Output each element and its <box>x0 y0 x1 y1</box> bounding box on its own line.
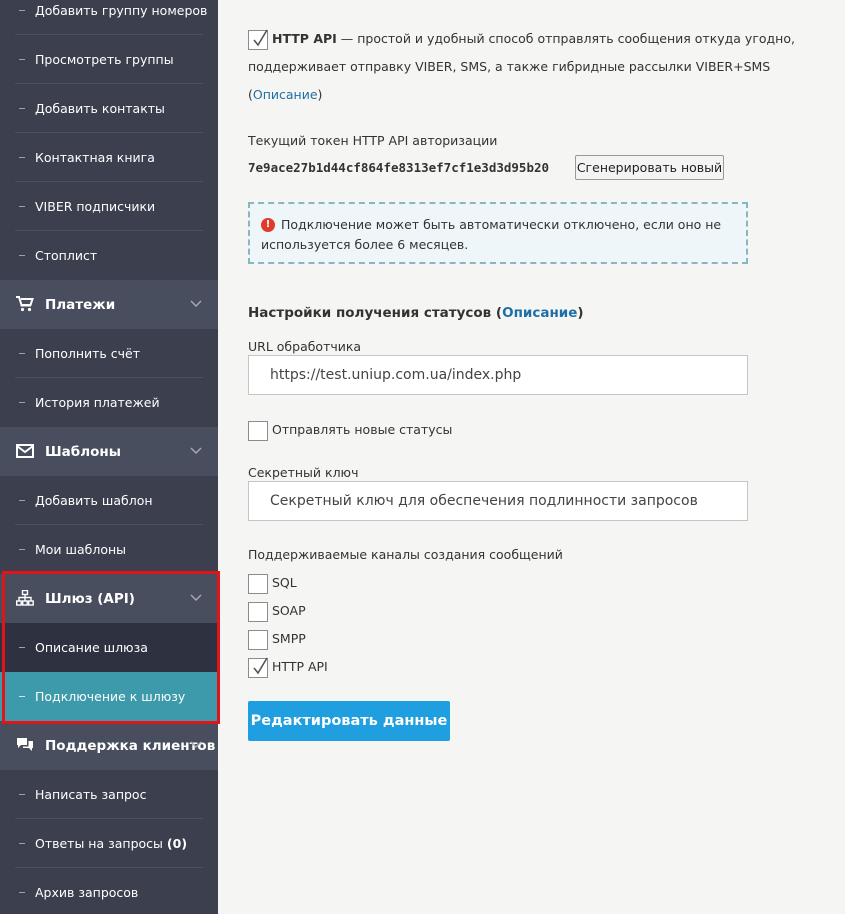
url-handler-label: URL обработчика <box>248 339 362 354</box>
checkmark-icon <box>253 29 268 47</box>
sidebar-item-view-groups[interactable]: Просмотреть группы <box>0 35 218 84</box>
sidebar: Добавить группу номеров Просмотреть груп… <box>0 0 218 914</box>
sidebar-item-add-template[interactable]: Добавить шаблон <box>0 476 218 525</box>
sidebar-item-label: Контактная книга <box>35 150 155 165</box>
sidebar-item-request-archive[interactable]: Архив запросов <box>0 868 218 914</box>
channel-smpp-label: SMPP <box>272 631 306 646</box>
sidebar-item-label: Ответы на запросы <box>35 836 163 851</box>
sidebar-item-write-request[interactable]: Написать запрос <box>0 770 218 819</box>
http-api-description-link-row: (Описание) <box>248 87 322 102</box>
http-api-title: HTTP API <box>272 31 337 46</box>
status-settings-description-link[interactable]: Описание <box>502 305 577 321</box>
sidebar-item-my-templates[interactable]: Мои шаблоны <box>0 525 218 574</box>
status-settings-title: Настройки получения статусов <box>248 305 492 321</box>
channel-http-api-label: HTTP API <box>272 659 328 674</box>
status-settings-heading: Настройки получения статусов (Описание) <box>248 305 584 321</box>
url-handler-input[interactable]: https://test.uniup.com.ua/index.php <box>248 355 748 395</box>
sidebar-group-gateway[interactable]: Шлюз (API) <box>0 574 218 623</box>
sidebar-item-add-contacts[interactable]: Добавить контакты <box>0 84 218 133</box>
chevron-down-icon <box>190 300 202 307</box>
chat-bubbles-icon <box>17 738 33 751</box>
sidebar-item-label: Добавить группу номеров <box>35 3 208 18</box>
envelope-icon <box>16 444 34 458</box>
sidebar-item-label: Мои шаблоны <box>35 542 127 557</box>
url-handler-value: https://test.uniup.com.ua/index.php <box>270 367 522 383</box>
channel-http-api-checkbox[interactable] <box>248 657 268 678</box>
sidebar-group-title: Шаблоны <box>45 443 121 460</box>
secret-key-placeholder: Секретный ключ для обеспечения подлиннос… <box>270 493 698 509</box>
sidebar-item-label: Добавить шаблон <box>35 493 153 508</box>
channel-sql-label: SQL <box>272 575 297 590</box>
http-api-description-link[interactable]: Описание <box>253 87 318 102</box>
token-label: Текущий токен HTTP API авторизации <box>248 133 498 148</box>
secret-key-label: Секретный ключ <box>248 465 359 480</box>
generate-token-button[interactable]: Сгенерировать новый <box>575 155 724 180</box>
sidebar-item-add-number-group[interactable]: Добавить группу номеров <box>0 0 218 35</box>
sidebar-group-payments[interactable]: Платежи <box>0 280 218 329</box>
sidebar-item-stoplist[interactable]: Стоплист <box>0 231 218 280</box>
sidebar-item-label: Просмотреть группы <box>35 52 174 67</box>
channel-smpp-checkbox[interactable] <box>248 630 268 650</box>
chevron-down-icon <box>190 594 202 601</box>
sidebar-item-label: Стоплист <box>35 248 98 263</box>
sidebar-item-label: Подключение к шлюзу <box>35 689 186 704</box>
sidebar-item-label: Архив запросов <box>35 885 139 900</box>
checkmark-icon <box>253 657 268 675</box>
channel-soap-label: SOAP <box>272 603 306 618</box>
paren: ) <box>577 305 584 321</box>
http-api-description-line1: HTTP API — простой и удобный способ отпр… <box>272 31 795 46</box>
sidebar-item-contact-book[interactable]: Контактная книга <box>0 133 218 182</box>
sitemap-icon <box>16 590 34 606</box>
sidebar-group-title: Шлюз (API) <box>45 590 135 607</box>
sidebar-item-label: Пополнить счёт <box>35 346 141 361</box>
secret-key-input[interactable]: Секретный ключ для обеспечения подлиннос… <box>248 481 748 521</box>
cart-icon <box>16 296 34 312</box>
chevron-down-icon <box>190 741 202 748</box>
sidebar-item-viber-subscribers[interactable]: VIBER подписчики <box>0 182 218 231</box>
http-api-checkbox[interactable] <box>248 29 268 50</box>
sidebar-item-gateway-connection[interactable]: Подключение к шлюзу <box>0 672 218 721</box>
notice-text: Подключение может быть автоматически отк… <box>261 217 722 252</box>
sidebar-group-templates[interactable]: Шаблоны <box>0 427 218 476</box>
token-value: 7e9ace27b1d44cf864fe8313ef7cf1e3d3d95b20 <box>248 160 550 175</box>
sidebar-item-label: Добавить контакты <box>35 101 165 116</box>
sidebar-item-label: VIBER подписчики <box>35 199 156 214</box>
sidebar-item-label: Описание шлюза <box>35 640 148 655</box>
answers-count-badge: (0) <box>166 836 188 851</box>
sidebar-item-topup[interactable]: Пополнить счёт <box>0 329 218 378</box>
notice-box: ! Подключение может быть автоматически о… <box>248 202 748 264</box>
send-new-statuses-checkbox[interactable] <box>248 421 268 441</box>
sidebar-item-gateway-description[interactable]: Описание шлюза <box>0 623 218 672</box>
paren: ) <box>317 87 323 102</box>
send-new-statuses-label: Отправлять новые статусы <box>272 422 453 437</box>
channels-label: Поддерживаемые каналы создания сообщений <box>248 547 563 562</box>
sidebar-item-label: История платежей <box>35 395 160 410</box>
channel-soap-checkbox[interactable] <box>248 602 268 622</box>
http-api-description-line2: поддерживает отправку VIBER, SMS, а такж… <box>248 59 771 74</box>
channel-sql-checkbox[interactable] <box>248 574 268 594</box>
sidebar-item-payment-history[interactable]: История платежей <box>0 378 218 427</box>
sidebar-item-label: Написать запрос <box>35 787 147 802</box>
sidebar-group-support[interactable]: Поддержка клиентов <box>0 721 218 770</box>
sidebar-group-title: Платежи <box>45 296 116 313</box>
http-api-desc: — простой и удобный способ отправлять со… <box>336 31 795 46</box>
sidebar-item-request-answers[interactable]: Ответы на запросы (0) <box>0 819 218 868</box>
edit-data-button[interactable]: Редактировать данные <box>248 701 450 741</box>
chevron-down-icon <box>190 447 202 454</box>
